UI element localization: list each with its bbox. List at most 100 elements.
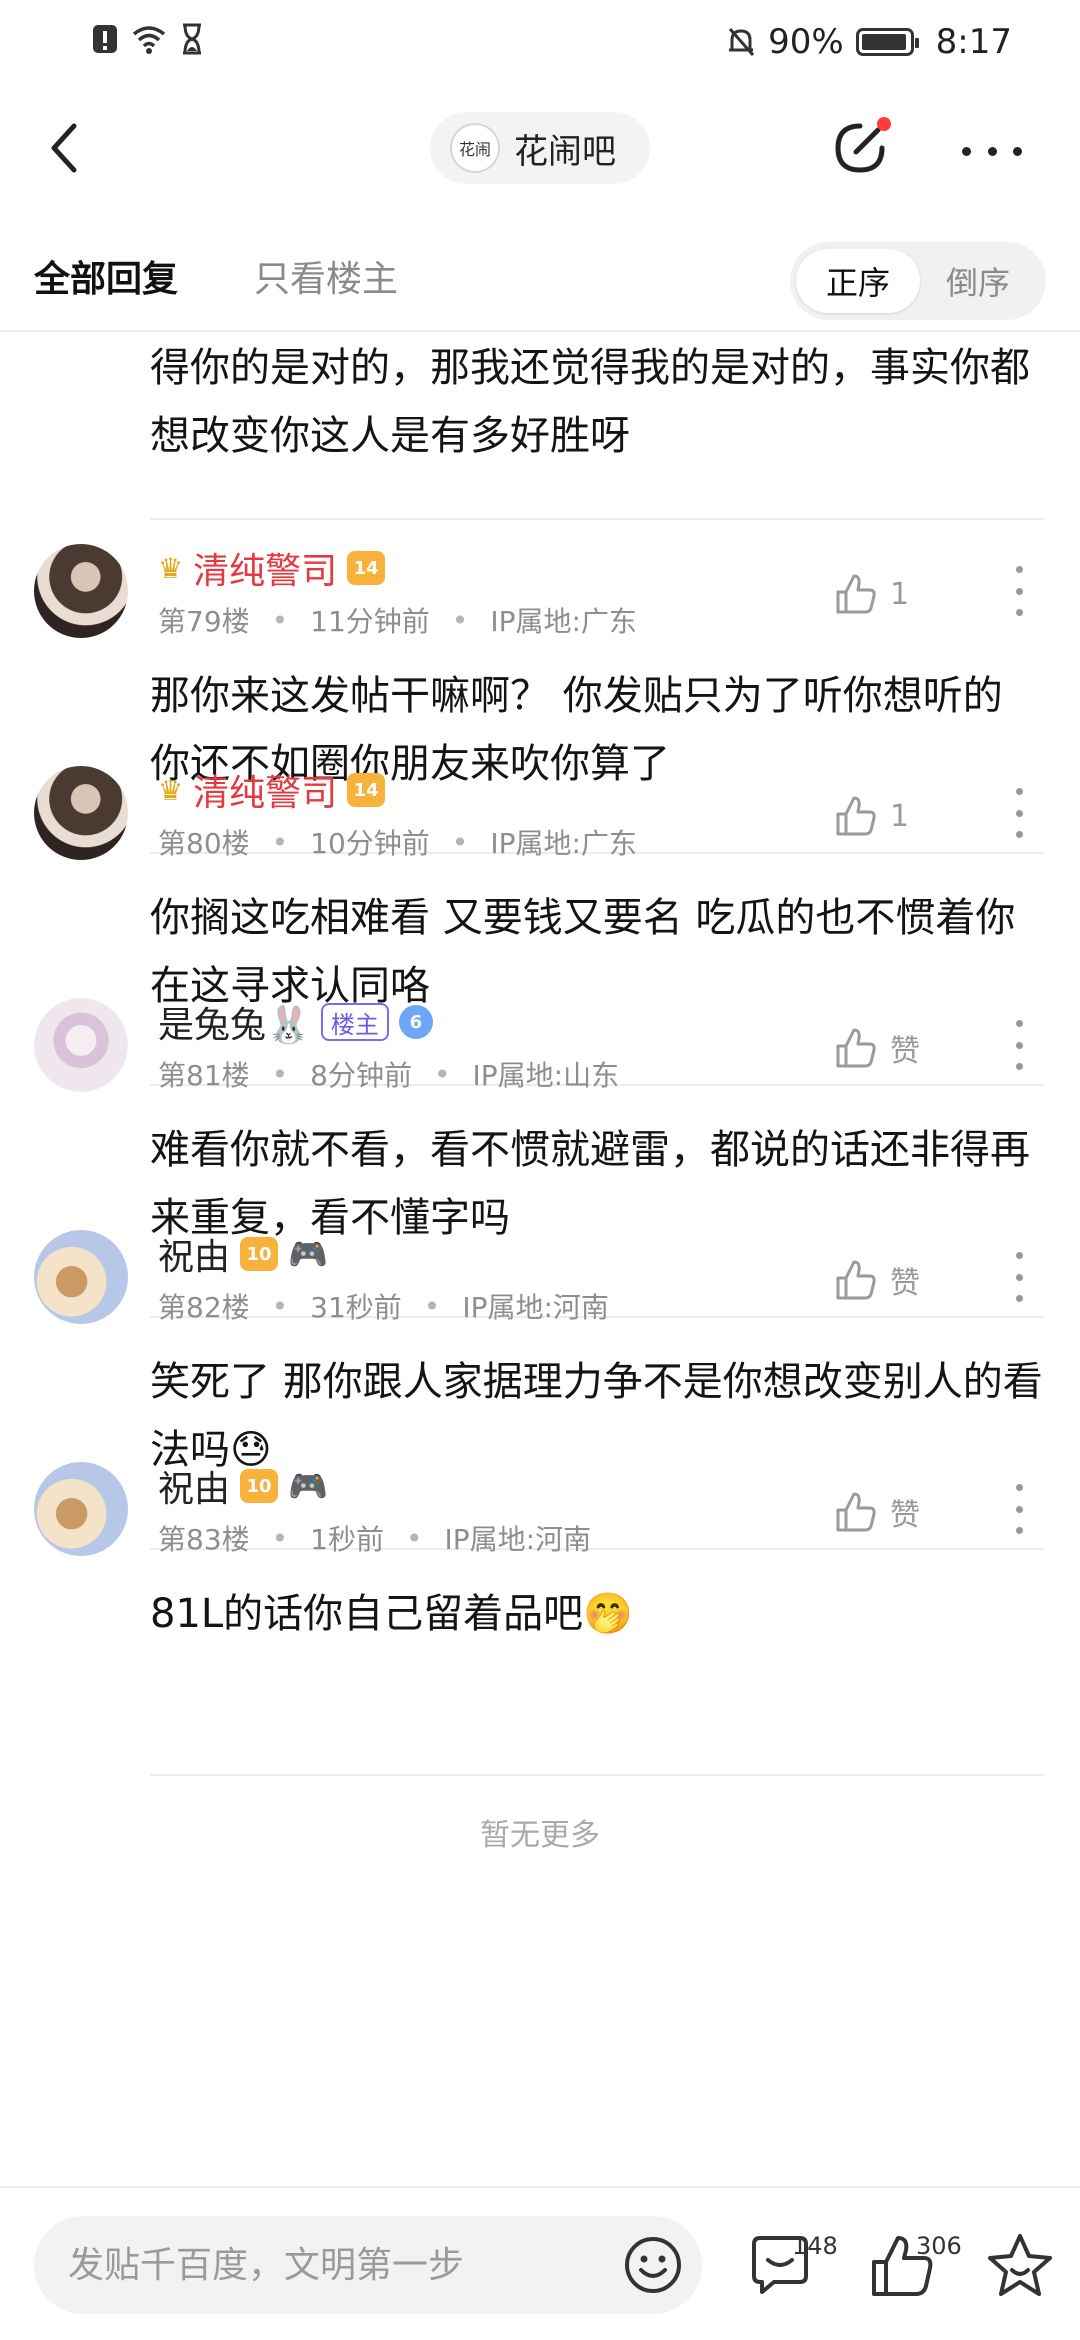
- username[interactable]: 清纯警司: [193, 542, 337, 594]
- reply-time: 11分钟前: [310, 605, 430, 638]
- level-badge: 14: [347, 773, 386, 807]
- level-badge: 10: [240, 1469, 279, 1503]
- thumbs-up-icon: [836, 1260, 876, 1300]
- username[interactable]: 清纯警司: [193, 764, 337, 816]
- like-button[interactable]: 1: [834, 794, 909, 838]
- wifi-icon: [132, 26, 166, 54]
- floor-number: 第81楼: [158, 1059, 250, 1092]
- clock: 8:17: [935, 22, 1012, 62]
- back-arrow-icon[interactable]: [36, 118, 96, 178]
- battery-icon: [855, 28, 919, 56]
- like-button[interactable]: 1: [834, 572, 909, 616]
- level-badge: 14: [347, 551, 386, 585]
- reply-time: 8分钟前: [310, 1059, 412, 1092]
- nav-bar: 花闹 花闹吧: [0, 96, 1080, 206]
- bell-mute-icon: [728, 28, 755, 56]
- thumbs-up-icon: [836, 796, 876, 836]
- like-button[interactable]: 赞: [834, 1490, 920, 1534]
- game-controller-icon: 🎮: [288, 1235, 328, 1273]
- hourglass-icon: [183, 23, 201, 55]
- edit-post-icon[interactable]: [826, 114, 896, 184]
- tab-owner-only[interactable]: 只看楼主: [254, 250, 398, 302]
- reply-more-icon[interactable]: [1016, 788, 1026, 838]
- reply-time: 10分钟前: [310, 827, 430, 860]
- username[interactable]: 祝由: [158, 1228, 230, 1280]
- like-button[interactable]: 赞: [834, 1258, 920, 1302]
- username-row: 祝由 10 🎮: [158, 1228, 328, 1280]
- username-row: ♛ 清纯警司 14: [158, 764, 386, 816]
- forum-chip[interactable]: 花闹 花闹吧: [430, 112, 650, 184]
- avatar[interactable]: [34, 1462, 128, 1556]
- floor-number: 第80楼: [158, 827, 250, 860]
- forum-logo: 花闹: [450, 123, 500, 173]
- alert-icon: [93, 25, 117, 53]
- status-bar: 90% 8:17: [0, 0, 1080, 84]
- like-label: 赞: [890, 1034, 920, 1069]
- divider: [150, 518, 1044, 520]
- like-count: 1: [890, 576, 910, 612]
- comment-count: 148: [792, 2232, 838, 2260]
- reply-meta: 第82楼 • 31秒前 • IP属地:河南: [158, 1286, 609, 1326]
- reply-meta: 第83楼 • 1秒前 • IP属地:河南: [158, 1518, 591, 1558]
- ip-location: IP属地:山东: [472, 1059, 620, 1092]
- reply-more-icon[interactable]: [1016, 566, 1026, 616]
- reply-meta: 第80楼 • 10分钟前 • IP属地:广东: [158, 822, 637, 862]
- status-icons-right: 90% 8:17: [726, 22, 1012, 62]
- like-total: 306: [916, 2232, 962, 2260]
- username[interactable]: 祝由: [158, 1460, 230, 1512]
- like-label: 赞: [890, 1498, 920, 1533]
- reply-meta: 第79楼 • 11分钟前 • IP属地:广东: [158, 600, 637, 640]
- status-icons-left: [92, 22, 204, 56]
- reply-more-icon[interactable]: [1016, 1252, 1026, 1302]
- crown-icon: ♛: [158, 551, 184, 585]
- username-row: ♛ 清纯警司 14: [158, 542, 386, 594]
- ip-location: IP属地:河南: [462, 1291, 609, 1324]
- avatar[interactable]: [34, 1230, 128, 1324]
- thumbs-up-icon: [836, 574, 876, 614]
- like-label: 赞: [890, 1266, 920, 1301]
- star-icon[interactable]: [984, 2230, 1056, 2302]
- previous-reply-text: 得你的是对的，那我还觉得我的是对的，事实你都想改变你这人是有多好胜呀: [150, 345, 1030, 459]
- more-options-icon[interactable]: [962, 136, 1022, 166]
- battery-percent: 90%: [768, 22, 844, 62]
- username-row: 祝由 10 🎮: [158, 1460, 328, 1512]
- owner-badge: 楼主: [320, 1003, 389, 1041]
- sort-descending-button[interactable]: 倒序: [916, 249, 1040, 313]
- tab-all-replies[interactable]: 全部回复: [34, 250, 178, 302]
- ip-location: IP属地:广东: [490, 605, 637, 638]
- level-badge: 6: [398, 1005, 433, 1039]
- reply-more-icon[interactable]: [1016, 1020, 1026, 1070]
- reply-input[interactable]: [68, 2216, 628, 2314]
- thumbs-up-icon: [836, 1028, 876, 1068]
- floor-number: 第82楼: [158, 1291, 250, 1324]
- sort-toggle: 正序 倒序: [790, 242, 1046, 320]
- crown-icon: ♛: [158, 773, 184, 807]
- thumbs-up-icon: [836, 1492, 876, 1532]
- like-button[interactable]: 赞: [834, 1026, 920, 1070]
- no-more-label: 暂无更多: [480, 1818, 600, 1853]
- like-count: 1: [890, 798, 910, 834]
- avatar[interactable]: [34, 544, 128, 638]
- reply-time: 1秒前: [310, 1523, 384, 1556]
- bottom-bar: 148 306: [0, 2186, 1080, 2340]
- username-row: 是兔兔🐰 楼主 6: [158, 996, 433, 1048]
- ip-location: IP属地:广东: [490, 827, 637, 860]
- ip-location: IP属地:河南: [444, 1523, 592, 1556]
- reply-more-icon[interactable]: [1016, 1484, 1026, 1534]
- reply-filter-bar: 全部回复 只看楼主 正序 倒序: [0, 236, 1080, 332]
- reply-text: 81L的话你自己留着品吧🤭: [150, 1591, 633, 1637]
- game-controller-icon: 🎮: [288, 1467, 328, 1505]
- reply-list[interactable]: 得你的是对的，那我还觉得我的是对的，事实你都想改变你这人是有多好胜呀 ♛ 清纯警…: [0, 334, 1080, 2184]
- username[interactable]: 是兔兔🐰: [158, 996, 311, 1048]
- compose-box[interactable]: [34, 2216, 702, 2314]
- sort-ascending-button[interactable]: 正序: [796, 249, 920, 313]
- emoji-icon[interactable]: [622, 2234, 684, 2296]
- avatar[interactable]: [34, 998, 128, 1092]
- forum-name: 花闹吧: [514, 131, 616, 172]
- avatar[interactable]: [34, 766, 128, 860]
- divider: [150, 1774, 1044, 1776]
- floor-number: 第79楼: [158, 605, 250, 638]
- floor-number: 第83楼: [158, 1523, 250, 1556]
- reply-meta: 第81楼 • 8分钟前 • IP属地:山东: [158, 1054, 619, 1094]
- reply-time: 31秒前: [310, 1291, 402, 1324]
